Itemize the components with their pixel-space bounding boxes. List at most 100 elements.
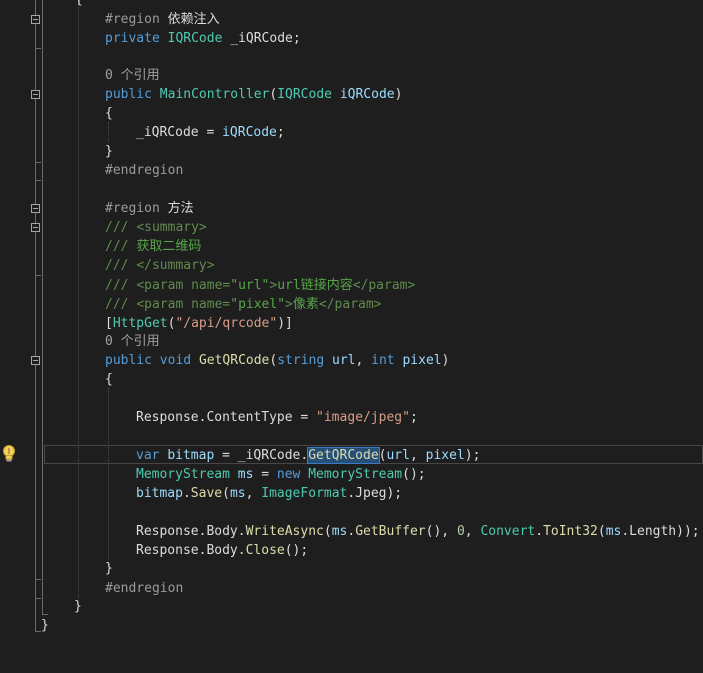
code-line[interactable]: }: [0, 559, 703, 578]
preprocessor-directive: #region: [105, 12, 160, 27]
token: 0: [456, 524, 465, 539]
code-line[interactable]: #region 依赖注入: [0, 10, 703, 29]
token: (: [222, 486, 230, 501]
token: }: [74, 599, 82, 614]
code-line[interactable]: #endregion: [0, 161, 703, 180]
code-line[interactable]: }: [0, 597, 703, 616]
token: private: [105, 31, 160, 46]
token: pixel: [425, 448, 465, 463]
token: ///: [105, 220, 137, 235]
code-line[interactable]: }: [0, 142, 703, 161]
code-line[interactable]: bitmap.Save(ms, ImageFormat.Jpeg);: [0, 484, 703, 503]
token: (: [323, 524, 332, 539]
code-line[interactable]: private IQRCode _iQRCode;: [0, 29, 703, 48]
preprocessor-directive: #endregion: [105, 163, 184, 178]
code-line[interactable]: {: [0, 370, 703, 389]
code-line[interactable]: }: [0, 616, 703, 635]
token: _iQRCode;: [222, 31, 301, 46]
token: ,: [355, 353, 372, 368]
token: );: [464, 448, 481, 463]
token: <param: [136, 278, 184, 293]
token: .: [347, 524, 356, 539]
codelens-references[interactable]: 0 个引用: [105, 334, 160, 349]
token: _iQRCode =: [136, 125, 223, 140]
token: "url": [230, 278, 270, 293]
token: ,: [464, 524, 481, 539]
code-line[interactable]: /// 获取二维码: [0, 237, 703, 256]
token: Body: [206, 543, 238, 558]
token: Close: [245, 543, 285, 558]
token: Length: [629, 524, 677, 539]
token: ;: [409, 410, 418, 425]
token: url链接内容: [277, 278, 353, 293]
token: ms: [605, 524, 622, 539]
code-line[interactable]: Response.Body.Close();: [0, 541, 703, 560]
token: 像素: [292, 297, 319, 312]
code-editor[interactable]: { #region 依赖注入 private IQRCode _iQRCode;…: [0, 0, 703, 648]
code-line[interactable]: {: [0, 104, 703, 123]
token: bitmap: [136, 486, 183, 501]
selected-method-name[interactable]: GetQRCode: [307, 447, 380, 464]
code-line[interactable]: _iQRCode = iQRCode;: [0, 123, 703, 142]
token: url: [386, 448, 410, 463]
code-line[interactable]: /// <summary>: [0, 218, 703, 237]
token: ;: [276, 125, 285, 140]
region-name: 依赖注入: [159, 12, 220, 27]
token: ms: [237, 467, 254, 482]
token: .: [237, 524, 246, 539]
token: }: [105, 144, 113, 159]
token: bitmap: [167, 448, 215, 463]
token: HttpGet: [112, 316, 168, 331]
code-line[interactable]: /// </summary>: [0, 256, 703, 275]
region-name: 方法: [159, 201, 194, 216]
token: .: [182, 486, 191, 501]
code-line[interactable]: [HttpGet("/api/qrcode")]: [0, 314, 703, 333]
codelens-references[interactable]: 0 个引用: [105, 68, 160, 83]
token: </param>: [318, 297, 382, 312]
token: string: [277, 353, 325, 368]
code-line[interactable]: {: [0, 0, 703, 9]
token: .: [621, 524, 630, 539]
token: var: [136, 448, 160, 463]
token: .: [347, 486, 356, 501]
code-line[interactable]: #region 方法: [0, 199, 703, 218]
token: ();: [284, 543, 309, 558]
code-line[interactable]: MemoryStream ms = new MemoryStream();: [0, 465, 703, 484]
token: ///: [105, 278, 137, 293]
token: name=: [183, 297, 231, 312]
token: Jpeg: [355, 486, 387, 501]
token: new: [276, 467, 301, 482]
token: =: [253, 467, 277, 482]
token: public: [105, 87, 152, 102]
token: ToInt32: [543, 524, 598, 539]
token: pixel: [402, 353, 442, 368]
token: Response: [136, 410, 199, 425]
token: <param: [136, 297, 184, 312]
code-line[interactable]: /// <param name="pixel">像素</param>: [0, 295, 703, 314]
token: name=: [183, 278, 231, 293]
token: int: [371, 353, 395, 368]
code-line[interactable]: public MainController(IQRCode iQRCode): [0, 85, 703, 104]
token: ///: [105, 258, 137, 273]
token: IQRCode: [277, 87, 332, 102]
code-line[interactable]: #endregion: [0, 579, 703, 598]
code-line[interactable]: Response.Body.WriteAsync(ms.GetBuffer(),…: [0, 522, 703, 541]
code-line[interactable]: /// <param name="url">url链接内容</param>: [0, 276, 703, 295]
token: = _iQRCode.: [214, 448, 309, 463]
code-line: 0 个引用: [0, 332, 703, 351]
code-line[interactable]: public void GetQRCode(string url, int pi…: [0, 351, 703, 370]
token: {: [105, 372, 113, 387]
preprocessor-directive: #endregion: [105, 581, 184, 596]
token: >: [285, 297, 293, 312]
token: Body: [206, 524, 238, 539]
code-line[interactable]: Response.ContentType = "image/jpeg";: [0, 408, 703, 427]
token: "image/jpeg": [316, 410, 410, 425]
current-code-line[interactable]: var bitmap = _iQRCode.GetQRCode(url, pix…: [0, 445, 703, 465]
token: ms: [331, 524, 348, 539]
token: GetBuffer: [355, 524, 426, 539]
